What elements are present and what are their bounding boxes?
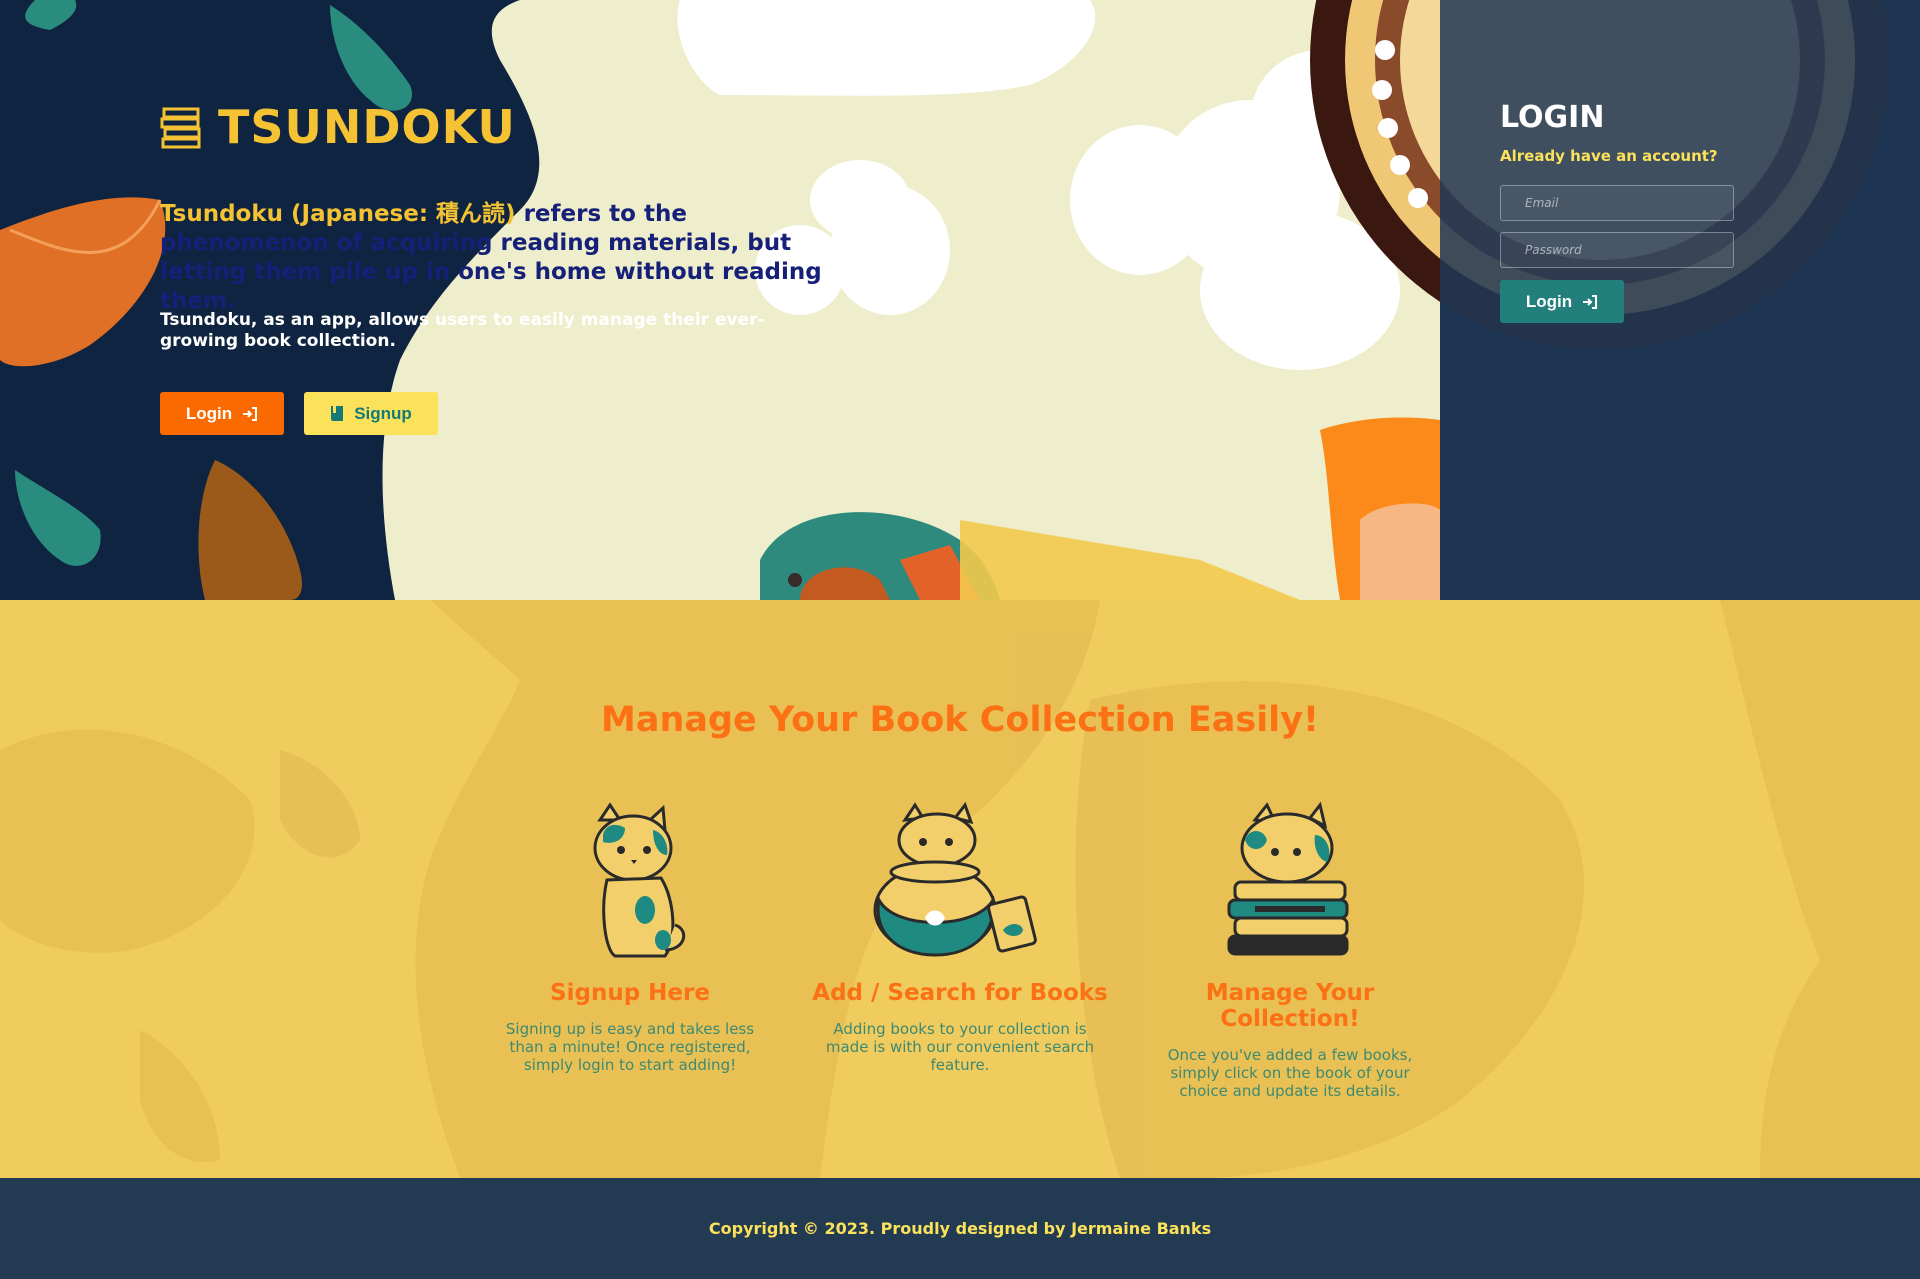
feature-add-card: Add / Search for Books Adding books to y…	[810, 800, 1110, 1074]
brand-name: TSUNDOKU	[218, 100, 516, 154]
panel-login-button[interactable]: Login	[1500, 280, 1624, 323]
login-subtitle: Already have an account?	[1500, 147, 1718, 165]
books-stack-icon	[160, 107, 201, 149]
cat-on-books-icon	[1227, 801, 1349, 956]
sitting-cat-icon	[593, 802, 686, 958]
hero-section: TSUNDOKU Tsundoku (Japanese: 積ん読) refers…	[0, 0, 1920, 600]
features-title: Manage Your Book Collection Easily!	[601, 700, 1319, 740]
feature-add-title: Add / Search for Books	[812, 980, 1108, 1006]
login-panel: LOGIN Already have an account? Login	[1440, 0, 1920, 600]
hero-description: Tsundoku, as an app, allows users to eas…	[160, 310, 765, 351]
feature-manage-title: Manage Your Collection!	[1205, 980, 1375, 1032]
panel-login-label: Login	[1525, 291, 1573, 311]
sign-in-icon	[1583, 294, 1598, 309]
feature-signup-title: Signup Here	[550, 980, 710, 1006]
cat-in-fishbowl-icon	[873, 801, 1037, 957]
login-title: LOGIN	[1500, 100, 1605, 135]
features-section: Manage Your Book Collection Easily! Sign…	[0, 600, 1920, 1178]
hero-login-label: Login	[185, 403, 233, 423]
tagline-intro: Tsundoku (Japanese: 積ん読)	[160, 201, 524, 227]
feature-manage-text: Once you've added a few books, simply cl…	[1167, 1046, 1413, 1100]
footer-copyright: Copyright © 2023. Proudly designed by Je…	[708, 1219, 1212, 1238]
feature-signup-card: Signup Here Signing up is easy and takes…	[480, 800, 780, 1074]
hero-signup-button[interactable]: Signup	[304, 392, 438, 435]
footer: Copyright © 2023. Proudly designed by Je…	[0, 1178, 1920, 1279]
feature-add-text: Adding books to your collection is made …	[825, 1020, 1095, 1074]
hero-tagline: Tsundoku (Japanese: 積ん読) refers to the p…	[160, 200, 840, 316]
hero-login-button[interactable]: Login	[160, 392, 284, 435]
email-field[interactable]	[1500, 185, 1734, 221]
feature-manage-card: Manage Your Collection! Once you've adde…	[1140, 800, 1440, 1100]
brand-logo[interactable]: TSUNDOKU	[160, 100, 516, 154]
hero-cta-group: Login Signup	[160, 392, 438, 435]
sign-in-icon	[243, 406, 258, 421]
password-field[interactable]	[1500, 232, 1734, 268]
book-icon	[331, 406, 344, 421]
hero-signup-label: Signup	[354, 403, 412, 423]
feature-signup-text: Signing up is easy and takes less than a…	[505, 1020, 755, 1074]
